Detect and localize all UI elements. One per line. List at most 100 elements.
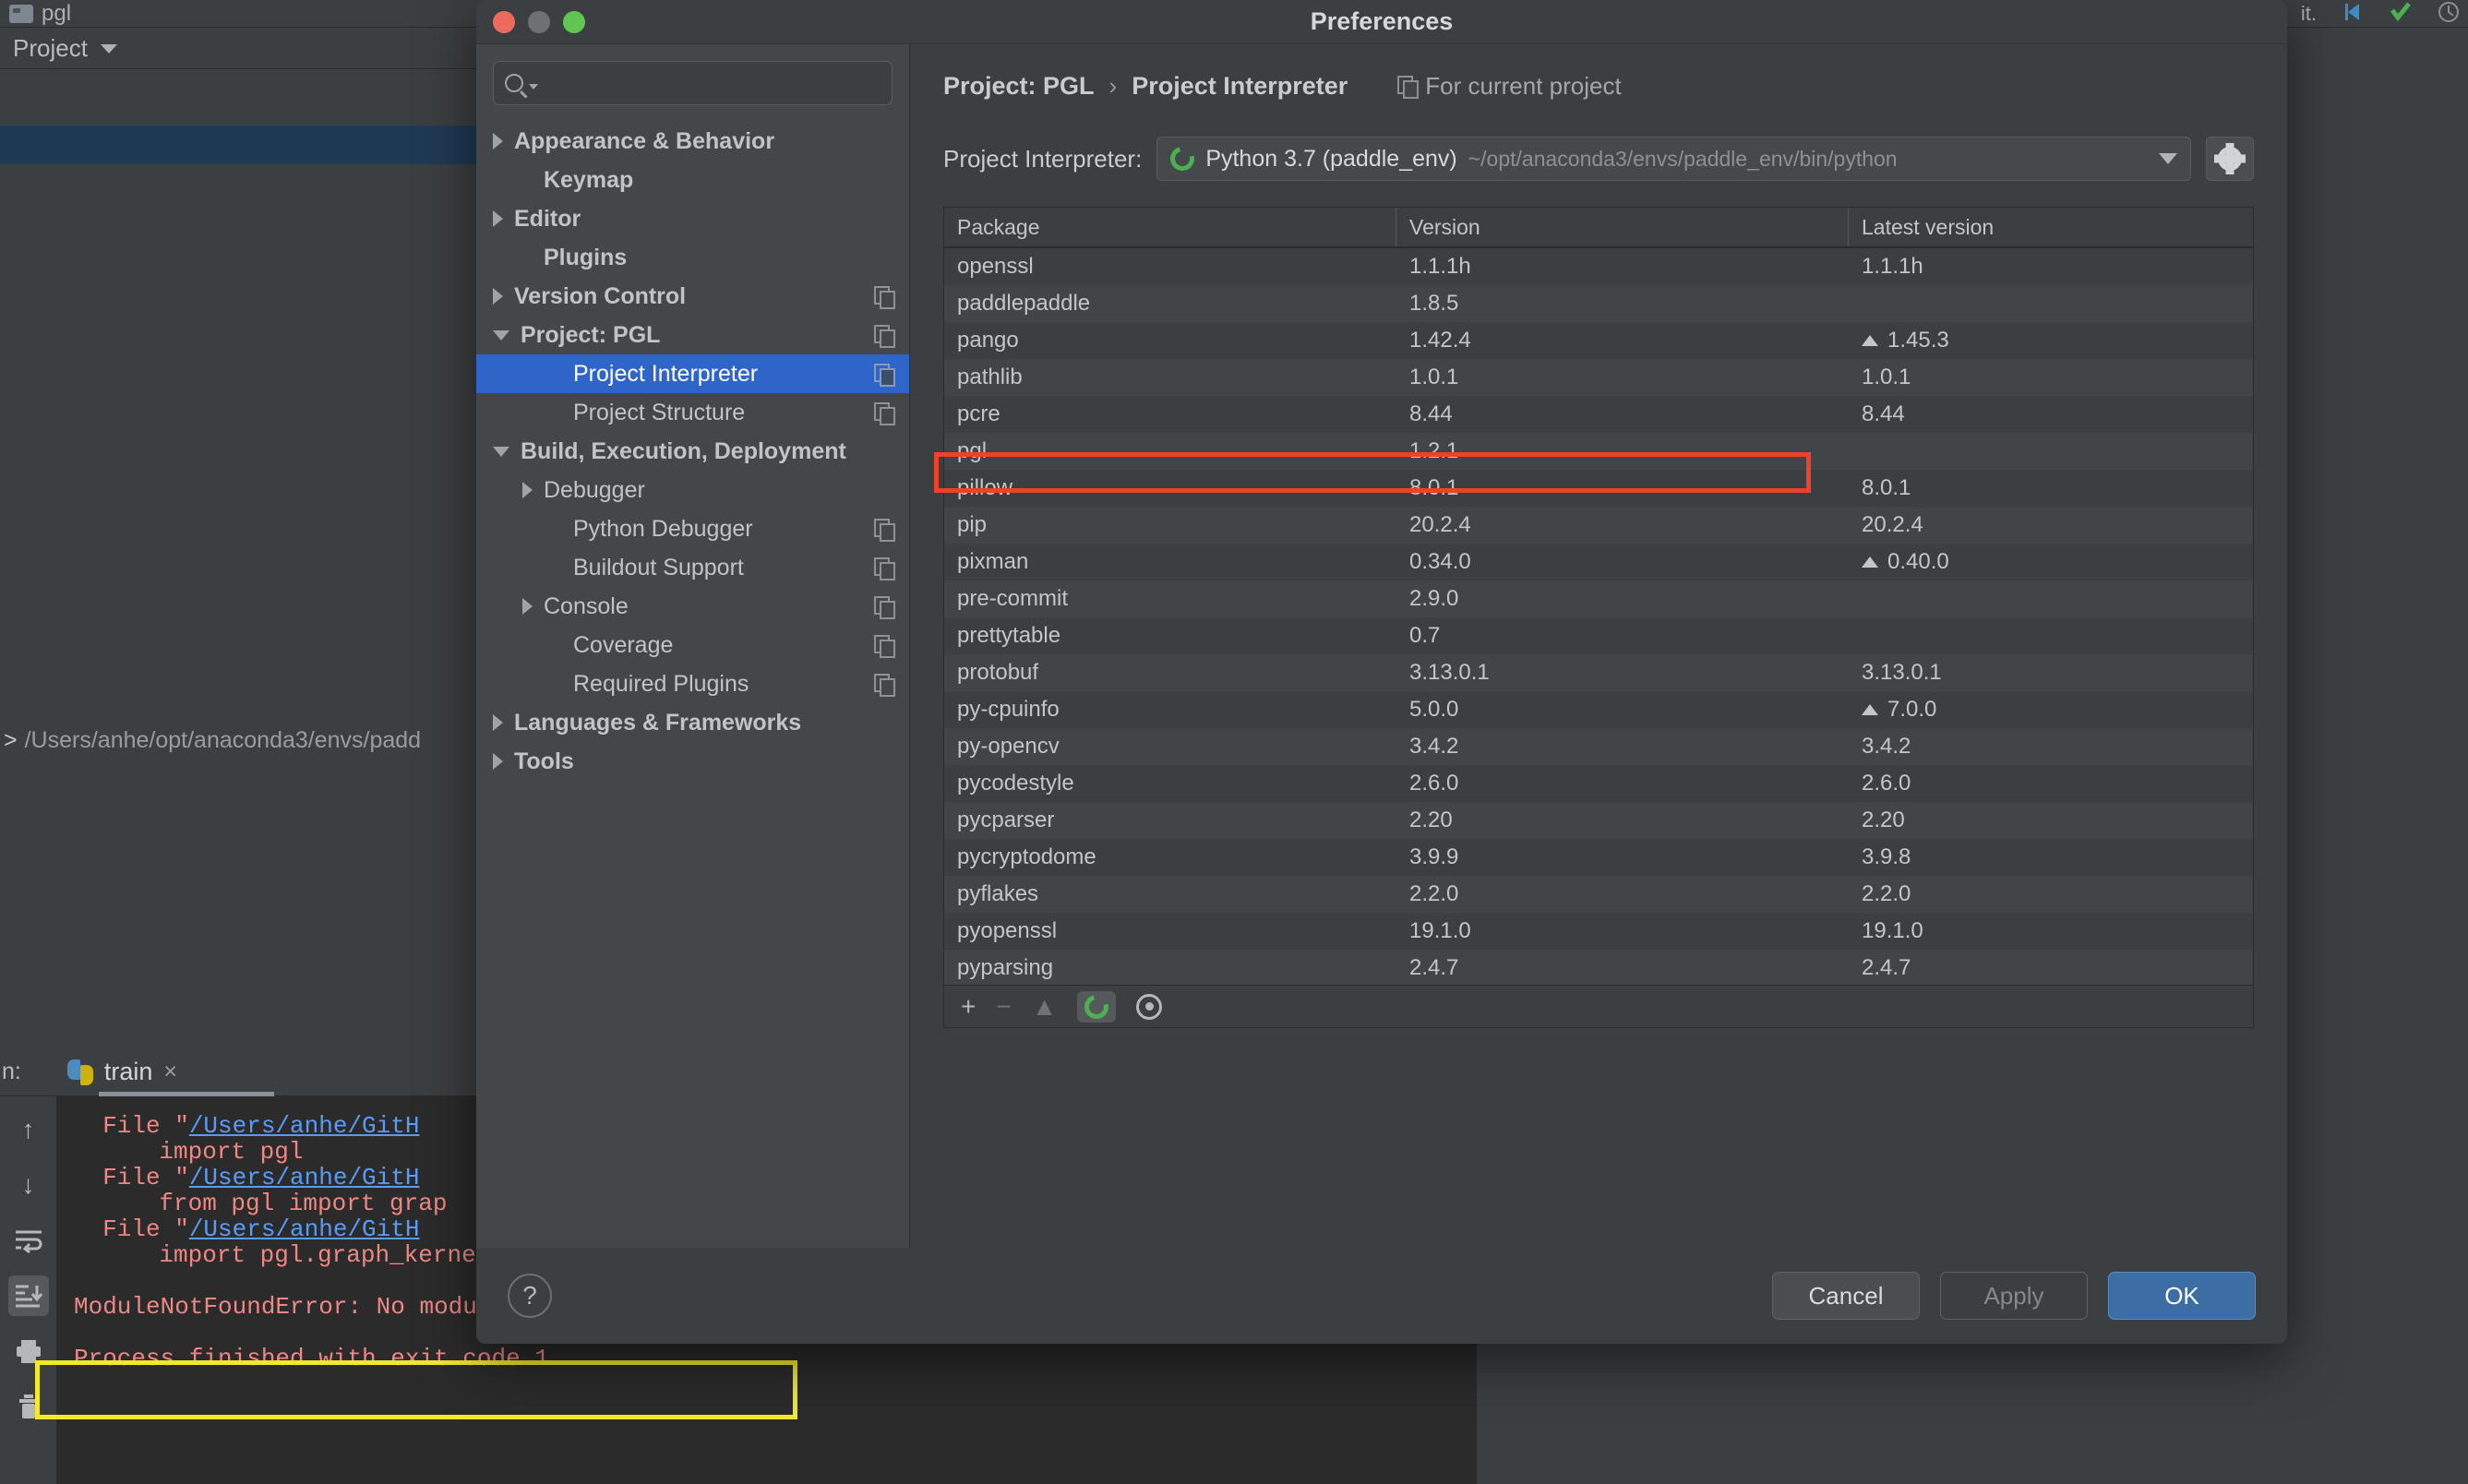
chevron-down-icon[interactable]	[529, 84, 538, 90]
run-tab-train[interactable]: train ×	[62, 1048, 274, 1096]
checkmark-icon[interactable]	[2389, 0, 2413, 29]
sidebar-item-label: Debugger	[544, 476, 645, 503]
table-row[interactable]: pycodestyle 2.6.0 2.6.0	[944, 765, 2253, 802]
sidebar-item-languages-frameworks[interactable]: Languages & Frameworks	[476, 703, 909, 742]
table-row[interactable]: pathlib 1.0.1 1.0.1	[944, 359, 2253, 396]
editor-tab-pgl[interactable]: pgl	[9, 1, 71, 27]
table-row[interactable]: py-cpuinfo 5.0.0 7.0.0	[944, 691, 2253, 728]
conda-button[interactable]	[1077, 989, 1117, 1023]
chevron-down-icon[interactable]	[493, 446, 509, 457]
upgrade-package-button[interactable]: ▲	[1032, 992, 1058, 1022]
interpreter-label: Project Interpreter:	[943, 144, 1143, 173]
close-icon[interactable]: ×	[163, 1059, 177, 1085]
column-header-package[interactable]: Package	[944, 208, 1396, 246]
interpreter-select[interactable]: Python 3.7 (paddle_env) ~/opt/anaconda3/…	[1156, 137, 2191, 181]
column-header-latest-version[interactable]: Latest version	[1849, 208, 2253, 246]
dialog-body: Appearance & Behavior Keymap Editor Plugins…	[476, 44, 2287, 1248]
sidebar-item-editor[interactable]: Editor	[476, 199, 909, 238]
table-row[interactable]: paddlepaddle 1.8.5	[944, 285, 2253, 322]
help-button[interactable]: ?	[508, 1274, 552, 1318]
sidebar-item-plugins[interactable]: Plugins	[476, 238, 909, 277]
table-row[interactable]: prettytable 0.7	[944, 617, 2253, 654]
history-clock-icon[interactable]	[2437, 0, 2461, 29]
sidebar-item-version-control[interactable]: Version Control	[476, 277, 909, 316]
table-row[interactable]: pgl 1.2.1	[944, 433, 2253, 470]
cell-package: pyparsing	[957, 955, 1054, 980]
soft-wrap-icon[interactable]	[8, 1220, 49, 1261]
table-row[interactable]: pyopenssl 19.1.0 19.1.0	[944, 913, 2253, 950]
ok-button[interactable]: OK	[2108, 1272, 2256, 1320]
project-interpreter-page: Project: PGL › Project Interpreter For c…	[910, 44, 2287, 1248]
sidebar-item-project-interpreter[interactable]: Project Interpreter	[476, 354, 909, 393]
table-row[interactable]: openssl 1.1.1h 1.1.1h	[944, 248, 2253, 285]
chevron-right-icon[interactable]	[493, 714, 503, 731]
sidebar-item-buildout-support[interactable]: Buildout Support	[476, 548, 909, 587]
table-row[interactable]: protobuf 3.13.0.1 3.13.0.1	[944, 654, 2253, 691]
table-row[interactable]: pillow 8.0.1 8.0.1	[944, 470, 2253, 507]
chevron-right-icon[interactable]	[493, 210, 503, 227]
table-body[interactable]: openssl 1.1.1h 1.1.1h paddlepaddle 1.8.5 pang…	[944, 248, 2253, 987]
sidebar-item-debugger[interactable]: Debugger	[476, 471, 909, 509]
back-arrow-icon[interactable]	[2341, 0, 2365, 29]
project-tree-selected-row[interactable]	[0, 126, 554, 164]
sidebar-item-build-execution-deployment[interactable]: Build, Execution, Deployment	[476, 432, 909, 471]
sidebar-item-project-pgl[interactable]: Project: PGL	[476, 316, 909, 354]
settings-tree[interactable]: Appearance & Behavior Keymap Editor Plugins…	[476, 122, 909, 781]
sidebar-item-console[interactable]: Console	[476, 587, 909, 626]
scroll-to-end-icon[interactable]	[7, 1275, 49, 1316]
arrow-down-icon[interactable]: ↓	[8, 1165, 49, 1205]
sidebar-item-required-plugins[interactable]: Required Plugins	[476, 664, 909, 703]
sidebar-item-keymap[interactable]: Keymap	[476, 161, 909, 199]
breadcrumb-parent[interactable]: Project: PGL	[943, 72, 1095, 101]
cell-latest-version: 20.2.4	[1849, 512, 2253, 538]
table-row[interactable]: py-opencv 3.4.2 3.4.2	[944, 728, 2253, 765]
chevron-down-icon[interactable]	[493, 329, 509, 341]
file-link[interactable]: /Users/anhe/GitH	[189, 1215, 420, 1243]
cell-version: 2.6.0	[1409, 771, 1459, 796]
sidebar-item-appearance-behavior[interactable]: Appearance & Behavior	[476, 122, 909, 161]
remove-package-button[interactable]: −	[996, 992, 1011, 1022]
file-link[interactable]: /Users/anhe/GitH	[189, 1164, 420, 1191]
table-row[interactable]: pyparsing 2.4.7 2.4.7	[944, 950, 2253, 987]
sidebar-item-coverage[interactable]: Coverage	[476, 626, 909, 664]
chevron-down-icon[interactable]	[2159, 153, 2177, 164]
search-input[interactable]	[544, 71, 881, 95]
latest-version-text: 20.2.4	[1862, 512, 1923, 537]
interpreter-settings-button[interactable]	[2206, 137, 2254, 181]
table-header-row: Package Version Latest version	[944, 208, 2253, 248]
sidebar-item-tools[interactable]: Tools	[476, 742, 909, 781]
arrow-up-icon[interactable]: ↑	[8, 1109, 49, 1150]
cancel-button[interactable]: Cancel	[1772, 1272, 1920, 1320]
chevron-right-icon[interactable]	[522, 598, 533, 615]
table-row[interactable]: pyflakes 2.2.0 2.2.0	[944, 876, 2253, 913]
search-box[interactable]	[493, 61, 893, 105]
chevron-right-icon[interactable]	[522, 482, 533, 498]
print-icon[interactable]	[8, 1331, 49, 1371]
chevron-right-icon[interactable]	[493, 133, 503, 150]
sidebar-item-python-debugger[interactable]: Python Debugger	[476, 509, 909, 548]
project-tree-panel[interactable]: >/Users/anhe/opt/anaconda3/envs/padd	[0, 70, 554, 1067]
chevron-right-icon[interactable]	[493, 753, 503, 770]
latest-version-text: 1.1.1h	[1862, 254, 1923, 279]
cell-version: 2.2.0	[1409, 881, 1459, 906]
table-row[interactable]: pycryptodome 3.9.9 3.9.8	[944, 839, 2253, 876]
column-header-version[interactable]: Version	[1396, 208, 1849, 246]
table-row[interactable]: pango 1.42.4 1.45.3	[944, 322, 2253, 359]
file-link[interactable]: /Users/anhe/GitH	[189, 1112, 420, 1140]
sidebar-item-project-structure[interactable]: Project Structure	[476, 393, 909, 432]
table-row[interactable]: pixman 0.34.0 0.40.0	[944, 544, 2253, 580]
table-row[interactable]: pycparser 2.20 2.20	[944, 802, 2253, 839]
chevron-down-icon[interactable]	[100, 43, 117, 54]
table-row[interactable]: pre-commit 2.9.0	[944, 580, 2253, 617]
for-current-project-label: For current project	[1425, 71, 1622, 100]
table-row[interactable]: pcre 8.44 8.44	[944, 396, 2253, 433]
latest-version-text: 3.9.8	[1862, 844, 1911, 869]
add-package-button[interactable]: +	[961, 992, 976, 1022]
table-row[interactable]: pip 20.2.4 20.2.4	[944, 507, 2253, 544]
show-early-releases-button[interactable]	[1136, 993, 1163, 1020]
copy-icon	[874, 286, 895, 309]
trash-icon[interactable]	[8, 1386, 49, 1427]
chevron-right-icon[interactable]	[493, 288, 503, 305]
cell-package: py-opencv	[957, 734, 1060, 759]
latest-version-text: 8.0.1	[1862, 475, 1911, 500]
